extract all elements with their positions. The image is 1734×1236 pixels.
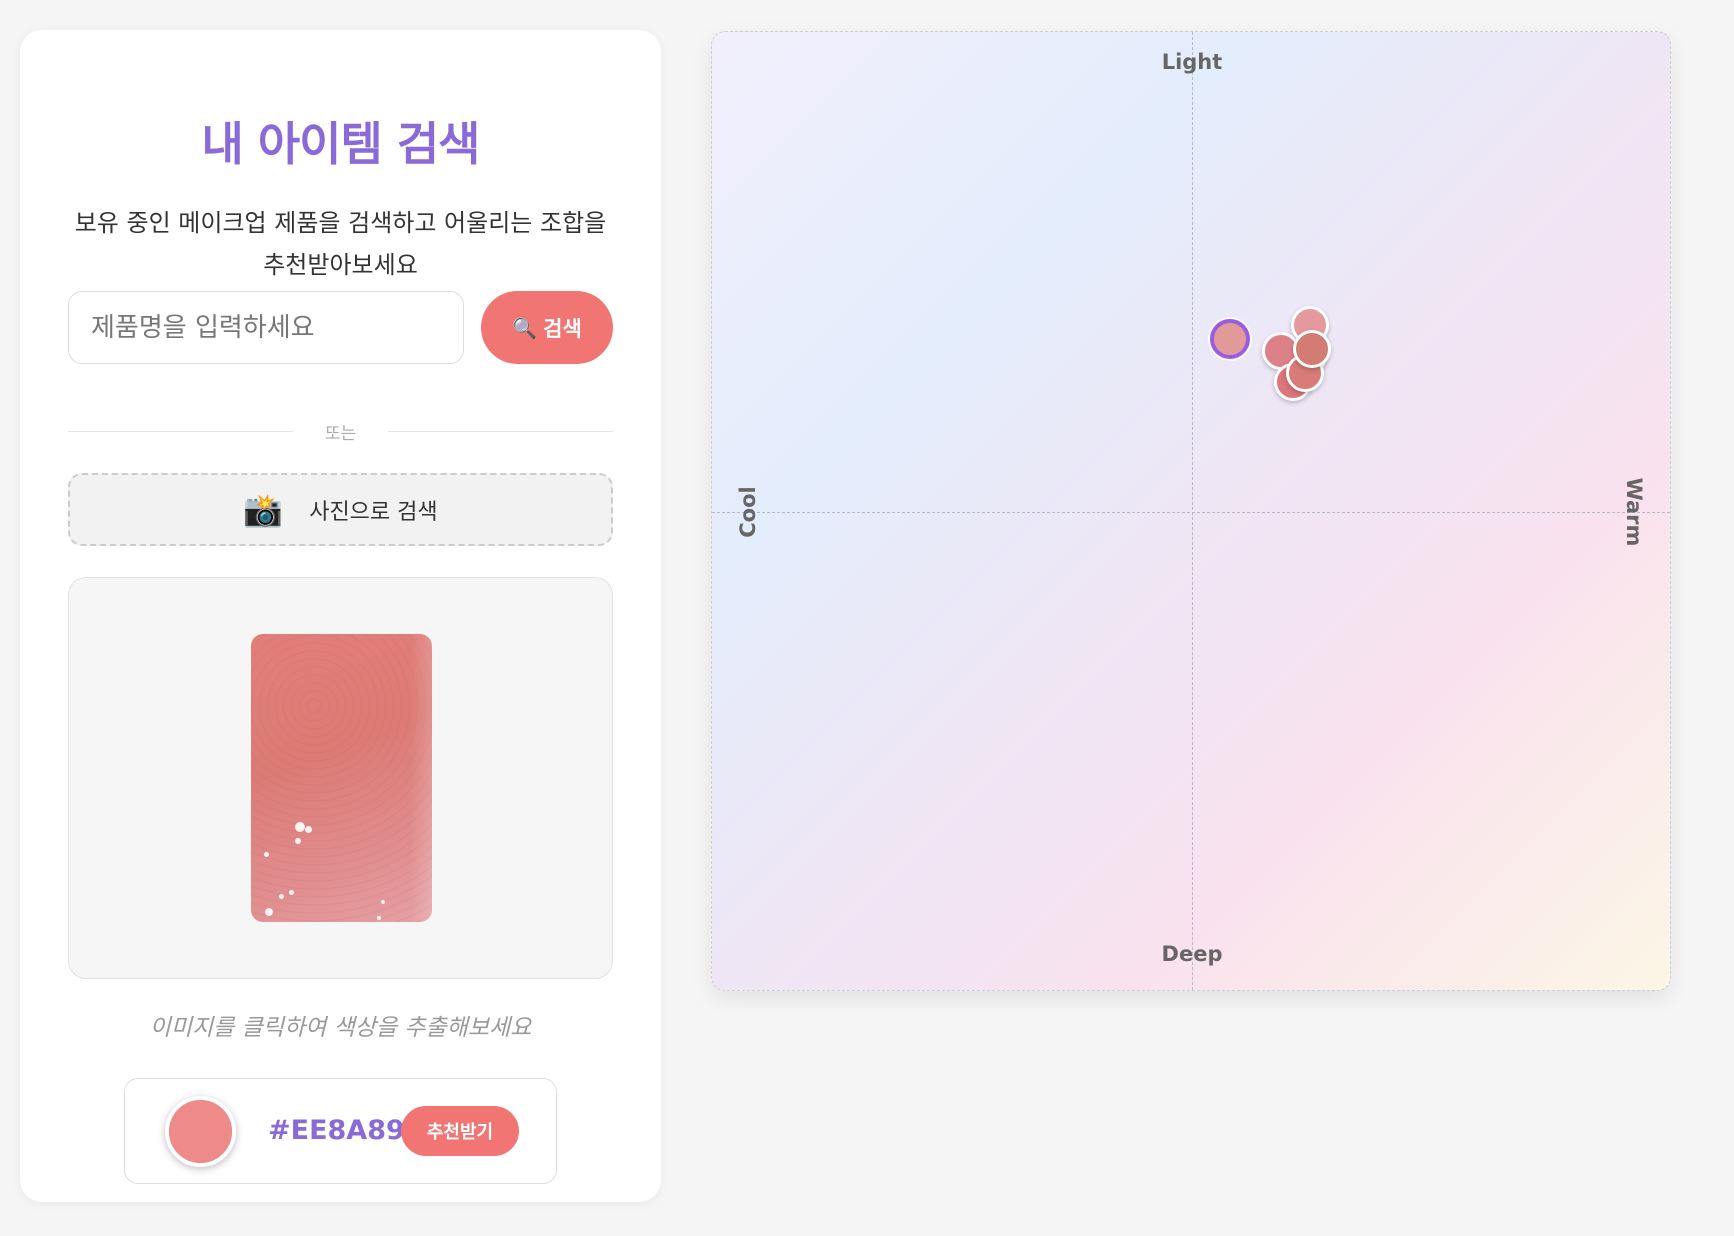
vertical-axis — [1192, 32, 1193, 990]
axis-label-cool: Cool — [736, 486, 760, 538]
hex-code: #EE8A89 — [268, 1115, 405, 1146]
photo-gloss — [410, 634, 432, 922]
search-button-label: 검색 — [543, 316, 582, 341]
image-preview-area — [68, 577, 613, 979]
sparkle — [295, 822, 305, 832]
color-swatch-fill — [169, 1100, 232, 1163]
search-input[interactable] — [68, 291, 464, 364]
divider-line-right — [388, 430, 613, 432]
extracted-color-result: #EE8A89 추천받기 — [124, 1078, 557, 1184]
color-swatch — [165, 1096, 236, 1167]
divider-line-left — [68, 430, 293, 432]
photo-search-button[interactable]: 📸 사진으로 검색 — [68, 473, 613, 546]
product-color-point[interactable] — [1293, 329, 1331, 368]
divider-text: 또는 — [324, 423, 357, 444]
sparkle — [305, 826, 312, 833]
product-photo[interactable] — [251, 634, 432, 922]
search-panel: 내 아이템 검색 보유 중인 메이크업 제품을 검색하고 어울리는 조합을 추천… — [20, 30, 661, 1202]
photo-texture — [251, 634, 432, 922]
sparkle — [295, 838, 301, 844]
axis-label-deep: Deep — [1161, 942, 1223, 966]
sparkle — [264, 852, 269, 857]
horizontal-axis — [712, 512, 1670, 513]
sparkle — [289, 890, 294, 895]
photo-search-label: 사진으로 검색 — [309, 499, 438, 525]
camera-flash-icon: 📸 — [243, 490, 284, 529]
color-tone-map[interactable]: Light Deep Cool Warm — [711, 31, 1671, 991]
search-button[interactable]: 🔍 검색 — [481, 291, 613, 364]
sparkle — [381, 900, 385, 904]
search-icon: 🔍 — [512, 315, 538, 340]
axis-label-light: Light — [1161, 50, 1223, 74]
image-hint: 이미지를 클릭하여 색상을 추출해보세요 — [149, 1015, 532, 1041]
sparkle — [377, 916, 381, 920]
axis-label-warm: Warm — [1622, 477, 1646, 547]
recommend-button[interactable]: 추천받기 — [401, 1106, 519, 1156]
or-divider: 또는 — [68, 418, 613, 444]
page-title: 내 아이템 검색 — [201, 117, 481, 171]
sparkle — [265, 908, 273, 916]
sparkle — [279, 894, 284, 899]
page-subtitle: 보유 중인 메이크업 제품을 검색하고 어울리는 조합을 추천받아보세요 — [74, 209, 607, 279]
selected-color-point[interactable] — [1210, 319, 1251, 360]
